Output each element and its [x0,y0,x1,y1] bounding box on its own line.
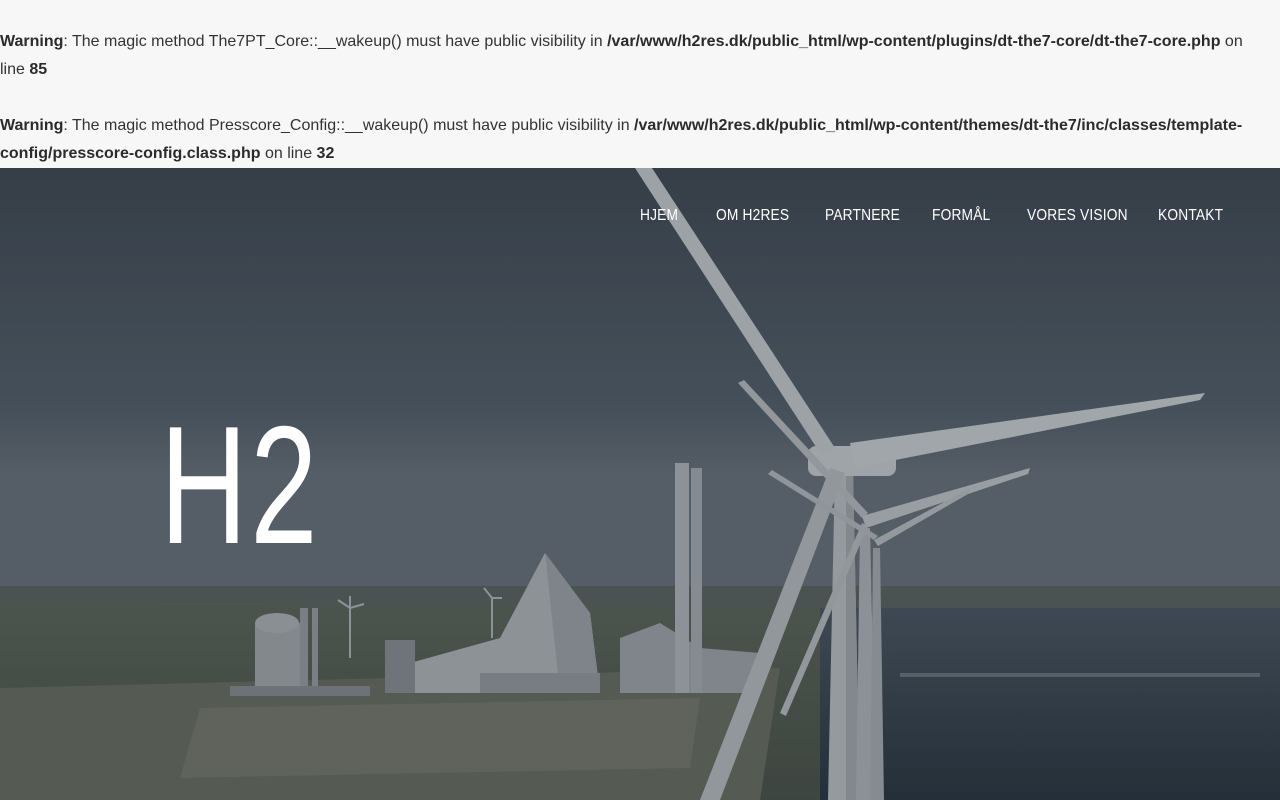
hero-title: H2 [160,391,321,579]
warning-line-text: on line [260,145,317,162]
warning-path: /var/www/h2res.dk/public_html/wp-content… [607,33,1221,50]
warning-label: Warning [0,117,64,134]
warning-line-number: 32 [316,145,335,162]
nav-item-formaal[interactable]: FORMÅL [932,207,990,225]
main-navigation: HJEM OM H2RES PARTNERE FORMÅL VORES VISI… [0,168,1280,268]
nav-item-vores-vision[interactable]: VORES VISION [1027,207,1128,225]
nav-item-om-h2res[interactable]: OM H2RES [716,207,789,225]
php-warning-1: Warning: The magic method The7PT_Core::_… [0,28,1250,84]
warning-message: : The magic method Presscore_Config::__w… [63,117,635,134]
php-warning-2: Warning: The magic method Presscore_Conf… [0,112,1250,168]
warning-label: Warning [0,33,64,50]
warning-line-number: 85 [29,61,48,78]
nav-item-partnere[interactable]: PARTNERE [825,207,900,225]
nav-item-hjem[interactable]: HJEM [640,207,678,225]
nav-item-kontakt[interactable]: KONTAKT [1158,207,1223,225]
warning-message: : The magic method The7PT_Core::__wakeup… [63,33,608,50]
php-warnings: Warning: The magic method The7PT_Core::_… [0,0,1280,168]
